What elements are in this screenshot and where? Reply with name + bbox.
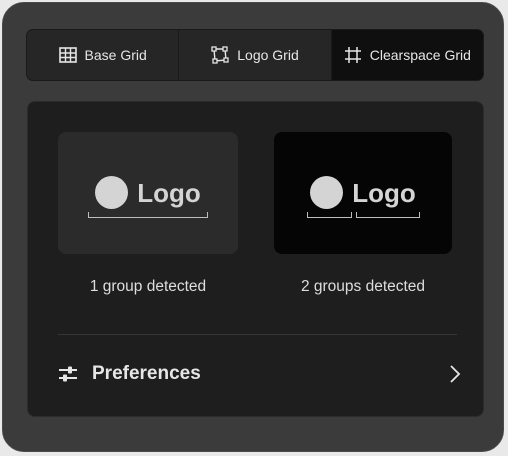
logo-wordmark: Logo [352,177,416,208]
tab-clearspace-grid[interactable]: Clearspace Grid [331,30,483,80]
group-bracket [88,212,208,218]
preferences-label: Preferences [92,363,201,384]
divider [58,334,457,335]
tab-base-grid[interactable]: Base Grid [27,30,180,80]
single-group-caption: 1 group detected [89,278,207,295]
tab-clearspace-grid-label: Clearspace Grid [369,47,471,63]
tab-logo-grid-label: Logo Grid [237,47,299,63]
group-bracket-1 [307,212,352,218]
single-group-preview-card[interactable]: Logo [58,132,238,254]
logo-mark [95,176,129,209]
tab-logo-grid[interactable]: Logo Grid [179,30,332,80]
logo-lockup: Logo [274,176,452,209]
grid-mode-tabs: Base Grid Logo Grid Clearspace Grid [26,29,484,81]
two-groups-preview-card[interactable]: Logo [274,132,452,254]
sliders-icon [59,366,77,382]
group-bracket-2 [356,212,420,218]
logo-grid-icon [211,46,229,64]
preferences-row[interactable]: Preferences [58,352,461,396]
logo-wordmark: Logo [137,177,201,208]
clearspace-grid-icon [344,47,361,63]
tab-base-grid-label: Base Grid [84,47,147,63]
preview-area: Logo Logo 1 group detected 2 groups dete… [27,101,484,417]
grid-panel: Base Grid Logo Grid Clearspace Grid Logo… [2,2,504,452]
chevron-right-icon [450,365,461,383]
logo-mark [310,176,344,209]
base-grid-icon [58,47,77,63]
two-groups-caption: 2 groups detected [300,278,426,295]
logo-lockup: Logo [58,176,238,209]
